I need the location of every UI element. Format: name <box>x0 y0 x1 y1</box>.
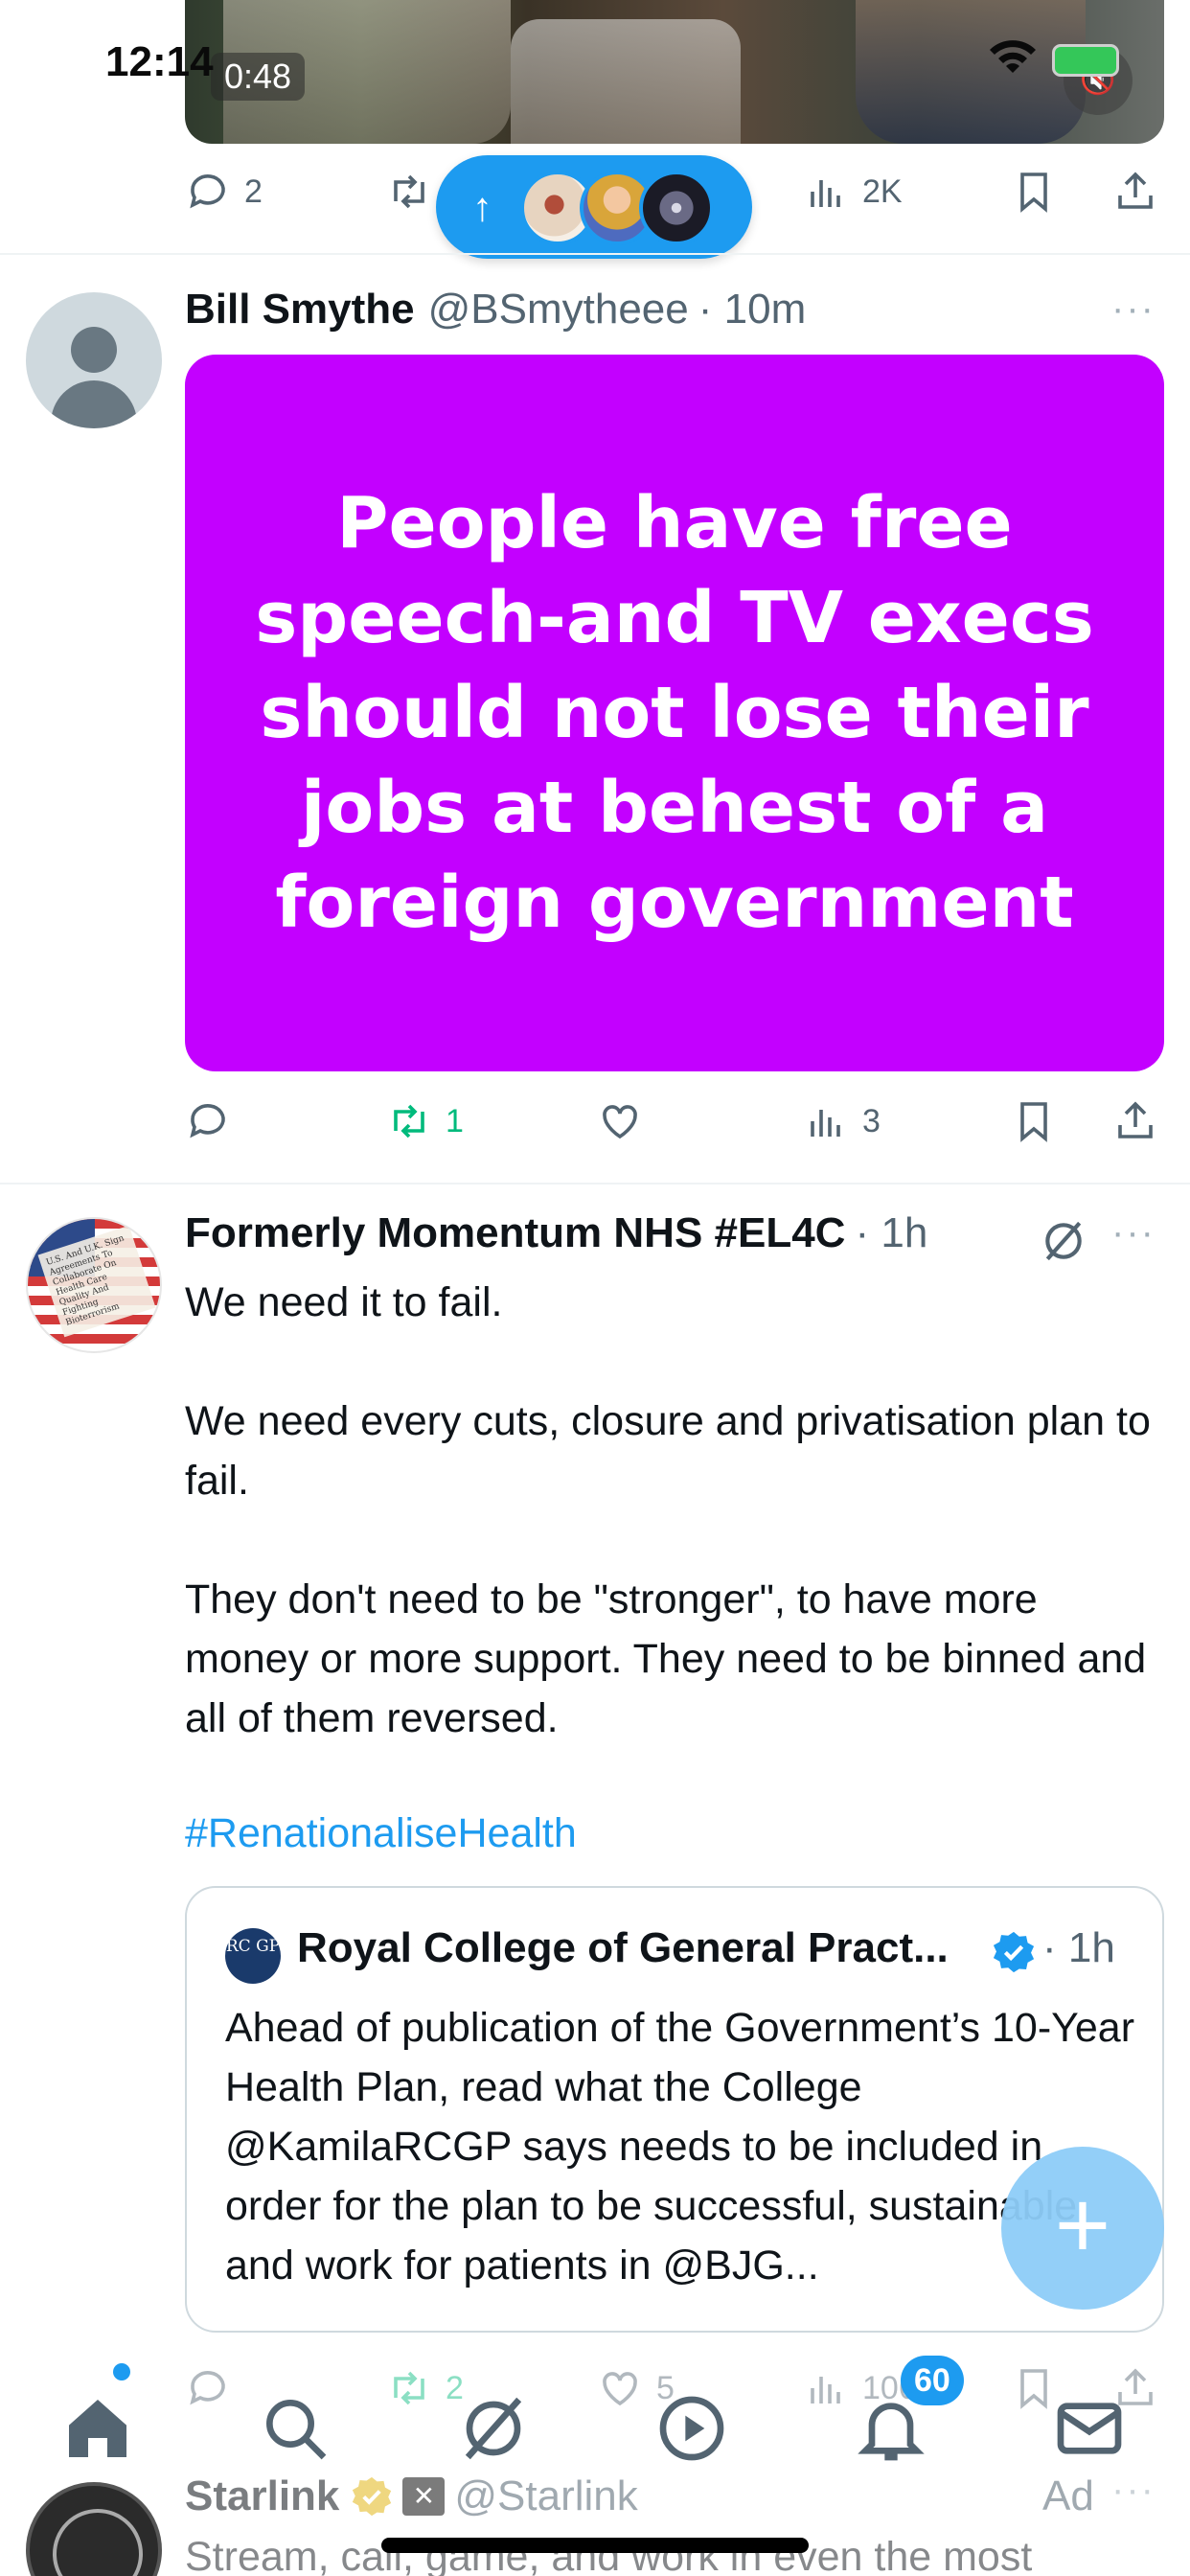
share-icon <box>1118 1101 1153 1138</box>
play-icon <box>659 2396 724 2461</box>
ad-label: Ad <box>1042 2472 1094 2519</box>
quote-display-name: Royal College of General Pract... <box>297 1924 949 1971</box>
notifications-badge: 60 <box>901 2356 964 2405</box>
share-icon <box>1118 172 1153 209</box>
share-button[interactable] <box>1112 1091 1172 1152</box>
divider <box>0 253 1190 255</box>
divider <box>0 1183 1190 1184</box>
verified-icon <box>353 2476 392 2517</box>
tweet-text-line: We need it to fail. <box>185 1279 503 1325</box>
views-button[interactable]: 3 <box>803 1091 881 1152</box>
views-icon <box>811 180 840 207</box>
reply-button[interactable] <box>185 2358 244 2419</box>
avatar[interactable] <box>26 292 162 428</box>
home-indicator[interactable] <box>381 2538 809 2553</box>
hashtag-link[interactable]: #RenationaliseHealth <box>185 1804 1153 1863</box>
grok-icon <box>465 2397 522 2460</box>
home-icon <box>69 2400 126 2457</box>
bookmark-icon <box>1020 2369 1047 2409</box>
views-icon <box>811 1110 840 1137</box>
reply-button[interactable]: 2 <box>185 161 263 222</box>
video-timer: 0:48 <box>211 53 306 101</box>
grok-icon[interactable] <box>1040 1217 1087 1265</box>
battery-icon <box>1052 44 1119 77</box>
tweet1-header: Bill Smythe @BSmytheee · 10m <box>185 286 806 334</box>
retweet-count: 1 <box>446 1102 464 1139</box>
reply-button[interactable] <box>185 1091 244 1152</box>
reply-icon <box>190 174 225 209</box>
retweet-icon <box>394 2371 424 2405</box>
new-posts-pill[interactable]: ↑ <box>436 155 752 259</box>
reply-icon <box>190 1104 225 1138</box>
more-icon[interactable]: ··· <box>1111 2469 1156 2512</box>
tweet-text-paragraph: We need every cuts, closure and privatis… <box>185 1398 1151 1504</box>
tab-home[interactable] <box>59 2390 136 2467</box>
tab-search[interactable] <box>257 2390 333 2467</box>
handle[interactable]: @BSmytheee <box>428 286 689 334</box>
bookmark-icon <box>1020 1102 1047 1142</box>
wifi-icon <box>990 40 1036 73</box>
views-count: 3 <box>862 1102 881 1139</box>
display-name[interactable]: Bill Smythe <box>185 286 415 334</box>
retweet-button[interactable]: 2 <box>386 2358 464 2419</box>
retweet-icon <box>394 174 424 209</box>
tweet-text-paragraph: They don't need to be "stronger", to hav… <box>185 1576 1147 1741</box>
tweet-image[interactable]: People have free speech-and TV execs sho… <box>185 355 1164 1071</box>
avatar <box>639 171 714 245</box>
plus-icon: + <box>1054 2172 1111 2279</box>
tweet1-actions: 1 3 <box>185 1091 1164 1152</box>
status-clock: 12:14 <box>105 38 214 85</box>
ad-header: Starlink ✕ @Starlink <box>185 2472 638 2520</box>
more-icon[interactable]: ··· <box>1111 288 1156 331</box>
retweet-button[interactable]: 1 <box>386 1091 464 1152</box>
views-icon <box>811 2377 840 2404</box>
rcgp-logo: RC GP <box>225 1928 281 1984</box>
more-icon[interactable]: ··· <box>1111 1211 1156 1254</box>
display-name[interactable]: Formerly Momentum NHS #EL4C <box>185 1209 845 1257</box>
timestamp: · 10m <box>698 286 807 333</box>
verified-icon <box>993 1931 1035 1973</box>
views-button[interactable]: 2K <box>803 161 903 222</box>
tab-videos[interactable] <box>653 2390 730 2467</box>
like-icon <box>603 2372 637 2406</box>
timestamp: · 1h <box>855 1209 928 1256</box>
retweet-icon <box>394 1104 424 1138</box>
bookmark-icon <box>1020 172 1047 213</box>
search-icon <box>266 2400 327 2460</box>
reply-icon <box>190 2371 225 2405</box>
tab-messages[interactable] <box>1051 2390 1128 2467</box>
views-count: 2K <box>862 172 903 210</box>
quote-timestamp: · 1h <box>1042 1924 1115 1971</box>
like-icon <box>603 1105 637 1139</box>
share-button[interactable] <box>1112 161 1172 222</box>
mail-icon <box>1057 2403 1122 2454</box>
avatar[interactable]: U.S. And U.K. Sign Agreements To Collabo… <box>26 1217 162 1353</box>
image-text: People have free speech-and TV execs sho… <box>255 481 1094 944</box>
arrow-up-icon: ↑ <box>472 184 492 229</box>
home-unread-dot <box>113 2363 130 2380</box>
handle[interactable]: @Starlink <box>454 2472 637 2520</box>
tweet2-header: Formerly Momentum NHS #EL4C · 1h <box>185 1209 927 1257</box>
bookmark-button[interactable] <box>1011 1091 1070 1152</box>
compose-button[interactable]: + <box>1001 2147 1164 2310</box>
display-name[interactable]: Starlink <box>185 2472 339 2520</box>
tab-grok[interactable] <box>455 2390 532 2467</box>
bookmark-button[interactable] <box>1011 161 1070 222</box>
x-affiliate-icon: ✕ <box>402 2477 446 2516</box>
reply-count: 2 <box>244 172 263 210</box>
like-button[interactable] <box>597 1091 656 1152</box>
